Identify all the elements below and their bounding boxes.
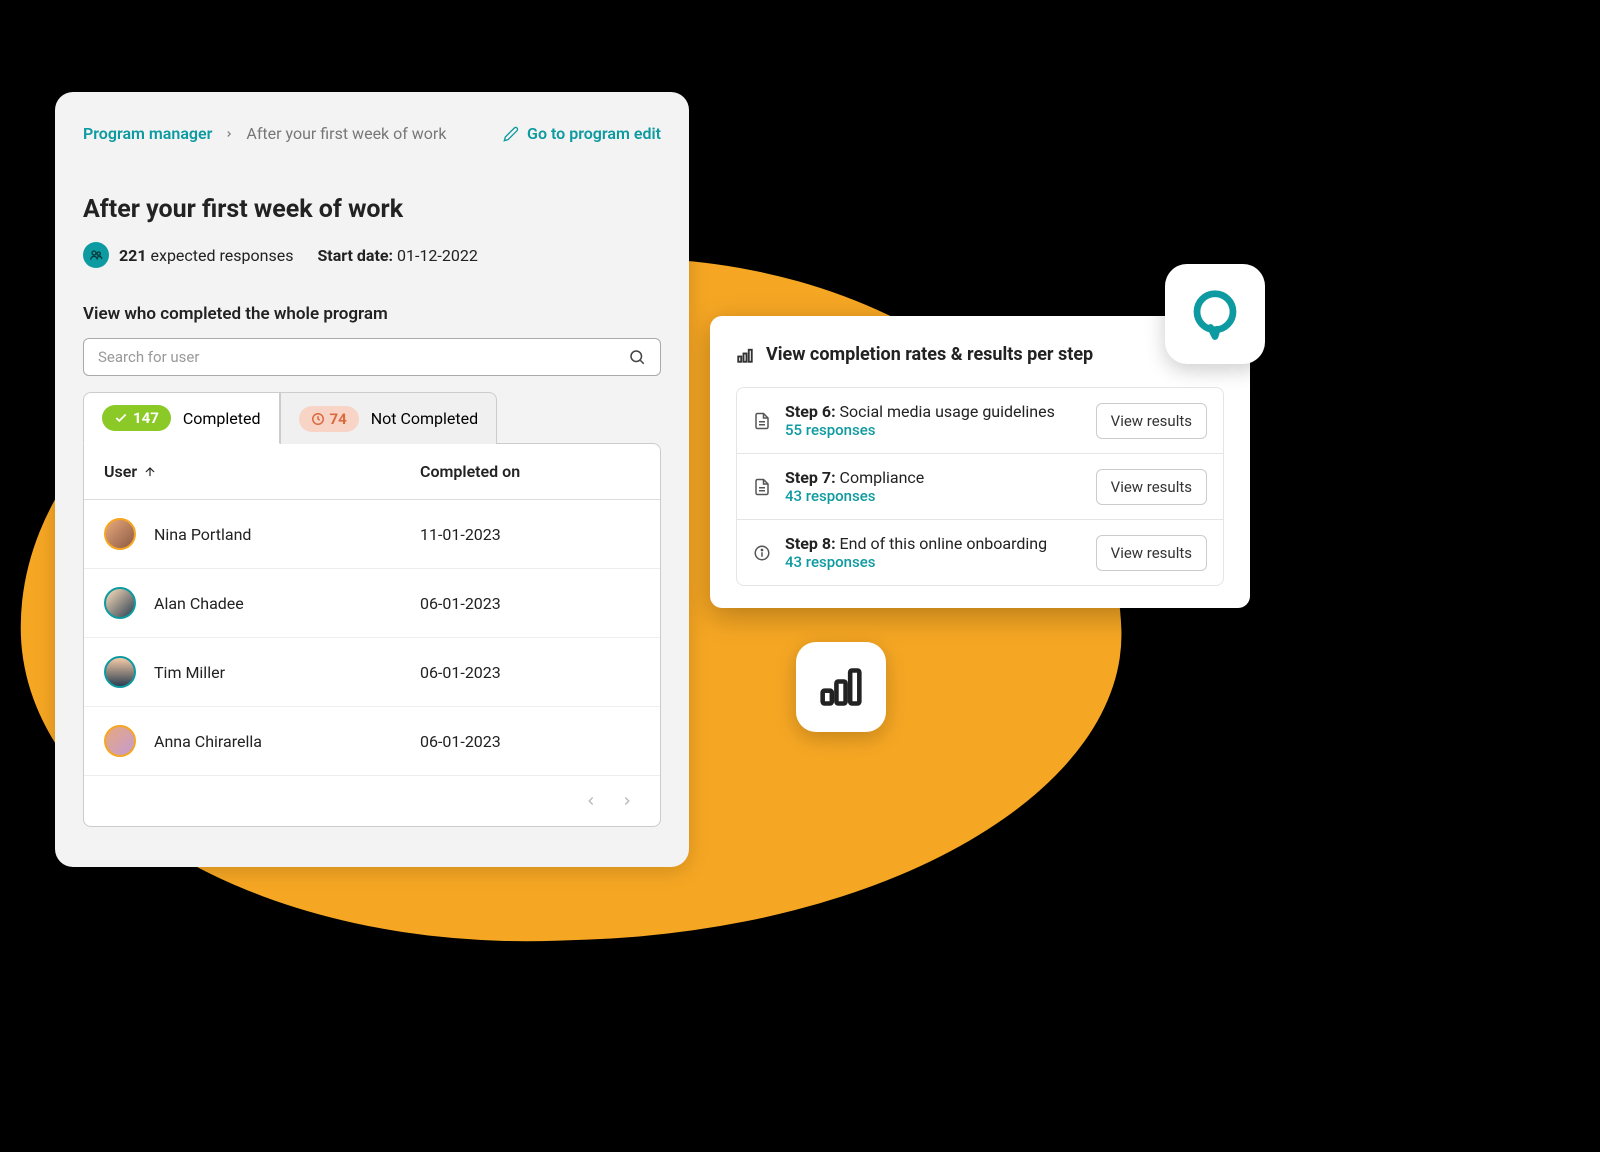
chevron-right-icon[interactable]: [620, 794, 634, 808]
table-header: User Completed on: [84, 444, 660, 500]
view-results-button[interactable]: View results: [1096, 403, 1207, 439]
pencil-icon: [503, 126, 519, 142]
step-name: Compliance: [840, 468, 925, 487]
search-icon: [628, 348, 646, 366]
step-row: Step 8: End of this online onboarding 43…: [737, 520, 1223, 585]
chart-tile: [796, 642, 886, 732]
view-results-button[interactable]: View results: [1096, 535, 1207, 571]
completed-count-pill: 147: [102, 405, 171, 431]
start-date-label: Start date:: [317, 246, 393, 265]
avatar: [104, 656, 136, 688]
bar-chart-icon: [736, 346, 754, 364]
table-row[interactable]: Tim Miller 06-01-2023: [84, 638, 660, 707]
user-name: Tim Miller: [154, 663, 225, 682]
avatar: [104, 587, 136, 619]
step-prefix: Step 6:: [785, 402, 836, 421]
step-prefix: Step 7:: [785, 468, 836, 487]
table-row[interactable]: Nina Portland 11-01-2023: [84, 500, 660, 569]
table-row[interactable]: Alan Chadee 06-01-2023: [84, 569, 660, 638]
step-responses: 55 responses: [785, 421, 1082, 439]
tab-completed-label: Completed: [183, 409, 261, 428]
steps-title: View completion rates & results per step: [766, 344, 1093, 365]
program-card: Program manager After your first week of…: [55, 92, 689, 867]
user-name: Anna Chirarella: [154, 732, 262, 751]
bar-chart-icon: [819, 665, 863, 709]
steps-title-row: View completion rates & results per step: [736, 344, 1224, 365]
completed-count: 147: [133, 409, 159, 427]
completed-date: 06-01-2023: [420, 594, 640, 613]
responses-count: 221: [119, 246, 147, 265]
chat-bubble-icon: [1188, 287, 1242, 341]
header-user-label: User: [104, 462, 137, 481]
breadcrumb: Program manager After your first week of…: [83, 124, 446, 143]
search-input[interactable]: [98, 348, 628, 366]
chat-bubble-tile: [1165, 264, 1265, 364]
expected-responses: 221 expected responses: [83, 242, 293, 268]
tab-completed[interactable]: 147 Completed: [83, 392, 280, 444]
user-name: Alan Chadee: [154, 594, 244, 613]
chevron-left-icon[interactable]: [584, 794, 598, 808]
arrow-up-icon: [143, 465, 157, 479]
completed-date: 06-01-2023: [420, 732, 640, 751]
step-responses: 43 responses: [785, 487, 1082, 505]
start-date: Start date: 01-12-2022: [317, 246, 477, 265]
column-header-completed-on[interactable]: Completed on: [420, 462, 640, 481]
breadcrumb-current: After your first week of work: [246, 124, 446, 143]
step-row: Step 6: Social media usage guidelines 55…: [737, 388, 1223, 454]
document-icon: [753, 478, 771, 496]
step-row: Step 7: Compliance 43 responses View res…: [737, 454, 1223, 520]
tab-not-completed-label: Not Completed: [371, 409, 478, 428]
completion-subheading: View who completed the whole program: [83, 304, 661, 324]
steps-list: Step 6: Social media usage guidelines 55…: [736, 387, 1224, 586]
table-pagination: [84, 776, 660, 826]
step-name: Social media usage guidelines: [840, 402, 1055, 421]
chevron-right-icon: [224, 124, 234, 143]
responses-label: expected responses: [151, 246, 294, 265]
completion-tabs: 147 Completed 74 Not Completed: [83, 392, 661, 444]
page-title: After your first week of work: [83, 195, 661, 224]
user-name: Nina Portland: [154, 525, 251, 544]
search-box[interactable]: [83, 338, 661, 376]
not-completed-count: 74: [330, 410, 347, 428]
start-date-value: 01-12-2022: [397, 246, 478, 265]
completed-date: 06-01-2023: [420, 663, 640, 682]
edit-link-label: Go to program edit: [527, 124, 661, 143]
not-completed-count-pill: 74: [299, 406, 359, 432]
column-header-user[interactable]: User: [104, 462, 420, 481]
go-to-edit-link[interactable]: Go to program edit: [503, 124, 661, 143]
tab-not-completed[interactable]: 74 Not Completed: [280, 392, 498, 444]
step-responses: 43 responses: [785, 553, 1082, 571]
steps-card: View completion rates & results per step…: [710, 316, 1250, 608]
avatar: [104, 518, 136, 550]
step-prefix: Step 8:: [785, 534, 836, 553]
meta-row: 221 expected responses Start date: 01-12…: [83, 242, 661, 268]
step-name: End of this online onboarding: [840, 534, 1048, 553]
avatar: [104, 725, 136, 757]
view-results-button[interactable]: View results: [1096, 469, 1207, 505]
document-icon: [753, 412, 771, 430]
table-row[interactable]: Anna Chirarella 06-01-2023: [84, 707, 660, 776]
info-icon: [753, 544, 771, 562]
users-icon: [83, 242, 109, 268]
completion-table: User Completed on Nina Portland 11-01-20…: [83, 443, 661, 827]
completed-date: 11-01-2023: [420, 525, 640, 544]
breadcrumb-row: Program manager After your first week of…: [83, 124, 661, 143]
breadcrumb-root-link[interactable]: Program manager: [83, 124, 212, 143]
